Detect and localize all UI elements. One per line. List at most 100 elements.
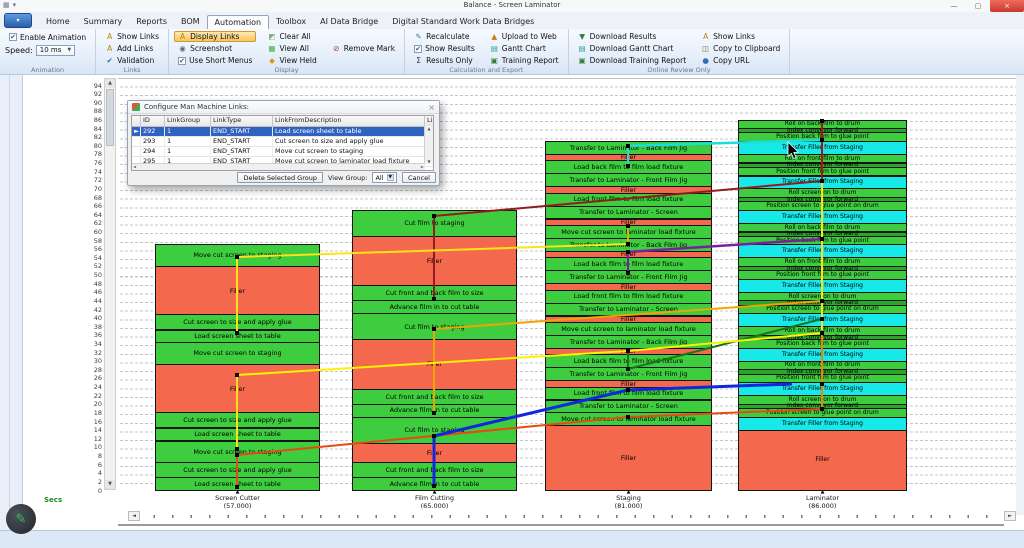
- task-segment[interactable]: Transfer Filler from Staging: [738, 209, 907, 224]
- checkbox-use-short-menus[interactable]: ✔ Use Short Menus: [174, 55, 256, 66]
- task-segment[interactable]: Move cut screen to laminator load fixtur…: [545, 225, 712, 239]
- task-segment[interactable]: Transfer to Laminator - Screen: [545, 399, 712, 414]
- scrollbar-thumb[interactable]: [106, 89, 114, 146]
- task-segment[interactable]: Transfer Filler from Staging: [738, 347, 907, 362]
- task-segment[interactable]: Cut film to staging: [352, 313, 517, 341]
- task-segment[interactable]: Transfer Filler from Staging: [738, 141, 907, 155]
- task-segment[interactable]: Transfer Filler from Staging: [738, 313, 907, 328]
- link-row[interactable]: 293 1 END_START Cut screen to size and appl…: [132, 137, 433, 147]
- task-segment[interactable]: Transfer Filler from Staging: [738, 416, 907, 431]
- button-show-links[interactable]: A Show Links: [697, 31, 784, 42]
- button-gantt-chart[interactable]: ▤ Gantt Chart: [486, 43, 563, 54]
- task-segment[interactable]: Cut film to staging: [352, 209, 517, 237]
- column-header-linktodescription[interactable]: LinkToDescription: [425, 116, 433, 126]
- button-recalculate[interactable]: ✎ Recalculate: [410, 31, 479, 42]
- grid-vertical-scrollbar[interactable]: ▲ ▼: [424, 126, 433, 164]
- button-download-gantt-chart[interactable]: ▤ Download Gantt Chart: [574, 43, 691, 54]
- task-segment[interactable]: Load front film to film load fixture: [545, 289, 712, 304]
- button-copy-url[interactable]: ● Copy URL: [697, 55, 784, 66]
- task-segment[interactable]: Transfer to Laminator - Front Film Jig: [545, 367, 712, 382]
- button-screenshot[interactable]: ◉ Screenshot: [174, 43, 256, 54]
- task-segment[interactable]: Cut screen to size and apply glue: [155, 314, 320, 331]
- scroll-right-arrow-icon[interactable]: ►: [1004, 511, 1016, 521]
- column-header-linktype[interactable]: LinkType: [211, 116, 273, 126]
- tab-ai-data-bridge[interactable]: AI Data Bridge: [313, 15, 385, 29]
- button-view-held[interactable]: ◆ View Held: [263, 55, 320, 66]
- tab-automation[interactable]: Automation: [206, 15, 270, 30]
- view-group-dropdown[interactable]: All ▼: [372, 172, 397, 183]
- button-validation[interactable]: ✔ Validation: [101, 55, 163, 66]
- chart-horizontal-scrollbar[interactable]: [118, 524, 1004, 526]
- close-button[interactable]: ×: [990, 0, 1024, 12]
- task-segment[interactable]: Transfer Filler from Staging: [738, 244, 907, 259]
- annotate-pencil-button[interactable]: ✎: [6, 504, 36, 534]
- task-segment[interactable]: Load front film to film load fixture: [545, 192, 712, 207]
- button-clear-all[interactable]: ◩ Clear All: [263, 31, 320, 42]
- task-segment[interactable]: Load back film to film load fixture: [545, 160, 712, 175]
- button-results-only[interactable]: Σ Results Only: [410, 55, 479, 66]
- tab-summary[interactable]: Summary: [77, 15, 130, 29]
- task-segment[interactable]: Transfer Filler from Staging: [738, 382, 907, 397]
- task-segment[interactable]: Load back film to film load fixture: [545, 354, 712, 369]
- link-row[interactable]: ► 292 1 END_START Load screen sheet to table…: [132, 127, 433, 137]
- task-segment[interactable]: Cut film to staging: [352, 416, 517, 444]
- task-segment[interactable]: Filler: [738, 429, 907, 491]
- column-header-linkfromdescription[interactable]: LinkFromDescription: [273, 116, 425, 126]
- dialog-title-bar[interactable]: Configure Man Machine Links: ×: [128, 101, 439, 114]
- cancel-button[interactable]: Cancel: [401, 172, 436, 183]
- column-header-linkgroup[interactable]: LinkGroup: [165, 116, 211, 126]
- dialog-close-icon[interactable]: ×: [428, 103, 435, 112]
- scroll-down-arrow-icon[interactable]: ▼: [105, 480, 115, 489]
- minimize-button[interactable]: —: [942, 0, 966, 12]
- task-segment[interactable]: Filler: [155, 266, 320, 316]
- task-segment[interactable]: Move cut screen to laminator load fixtur…: [545, 322, 712, 336]
- task-segment[interactable]: Cut front and back film to size: [352, 462, 517, 479]
- button-training-report[interactable]: ▣ Training Report: [486, 55, 563, 66]
- button-add-links[interactable]: A Add Links: [101, 43, 163, 54]
- task-segment[interactable]: Move cut screen to staging: [155, 342, 320, 365]
- task-segment[interactable]: Filler: [545, 425, 712, 491]
- task-segment[interactable]: Transfer Filler from Staging: [738, 175, 907, 190]
- task-segment[interactable]: Filler: [155, 364, 320, 414]
- tab-reports[interactable]: Reports: [129, 15, 174, 29]
- task-segment[interactable]: Advance film in to cut table: [352, 300, 517, 315]
- task-segment[interactable]: Cut screen to size and apply glue: [155, 462, 320, 479]
- column-header-id[interactable]: ID: [141, 116, 165, 126]
- task-segment[interactable]: Filler: [352, 235, 517, 287]
- chart-vertical-scrollbar[interactable]: ▲ ▼: [104, 78, 116, 490]
- scroll-up-arrow-icon[interactable]: ▲: [105, 79, 115, 88]
- app-menu-button[interactable]: ▾: [4, 13, 32, 28]
- task-segment[interactable]: Transfer Filler from Staging: [738, 278, 907, 293]
- grid-horizontal-scrollbar[interactable]: ◄ ►: [132, 163, 425, 170]
- button-upload-to-web[interactable]: ▲ Upload to Web: [486, 31, 563, 42]
- tab-toolbox[interactable]: Toolbox: [269, 15, 313, 29]
- maximize-button[interactable]: ▢: [966, 0, 990, 12]
- task-segment[interactable]: Cut front and back film to size: [352, 388, 517, 405]
- task-segment[interactable]: Filler: [352, 339, 517, 390]
- button-download-results[interactable]: ▼ Download Results: [574, 31, 691, 42]
- task-segment[interactable]: Load screen sheet to table: [155, 427, 320, 442]
- task-segment[interactable]: Move cut screen to staging: [155, 440, 320, 463]
- task-segment[interactable]: Advance film in to cut table: [352, 403, 517, 418]
- task-segment[interactable]: Filler: [352, 442, 517, 463]
- tab-home[interactable]: Home: [39, 15, 77, 29]
- button-download-training-report[interactable]: ▣ Download Training Report: [574, 55, 691, 66]
- checkbox-enable-animation[interactable]: ✔ Enable Animation: [5, 31, 90, 43]
- checkbox-show-results[interactable]: ✔ Show Results: [410, 43, 479, 54]
- button-copy-to-clipboard[interactable]: ◫ Copy to Clipboard: [697, 43, 784, 54]
- task-segment[interactable]: Move cut screen to staging: [155, 244, 320, 267]
- delete-selected-group-button[interactable]: Delete Selected Group: [237, 172, 323, 183]
- task-segment[interactable]: Load front film to film load fixture: [545, 386, 712, 401]
- button-view-all[interactable]: ▦ View All: [263, 43, 320, 54]
- button-remove-mark[interactable]: ⊘ Remove Mark: [328, 42, 399, 54]
- button-display-links[interactable]: A Display Links: [174, 31, 257, 42]
- tab-bom[interactable]: BOM: [174, 15, 207, 29]
- task-segment[interactable]: Load back film to film load fixture: [545, 257, 712, 272]
- task-segment[interactable]: Load screen sheet to table: [155, 329, 320, 344]
- speed-dropdown[interactable]: 10 ms ▼: [35, 44, 76, 56]
- scroll-left-arrow-icon[interactable]: ◄: [128, 511, 140, 521]
- tab-digital-standard-work-data-bridges[interactable]: Digital Standard Work Data Bridges: [385, 15, 541, 29]
- link-row[interactable]: 2941END_STARTMove cut screen to stagingM…: [132, 147, 433, 157]
- row-marker-header[interactable]: [132, 116, 141, 126]
- task-segment[interactable]: Cut screen to size and apply glue: [155, 412, 320, 429]
